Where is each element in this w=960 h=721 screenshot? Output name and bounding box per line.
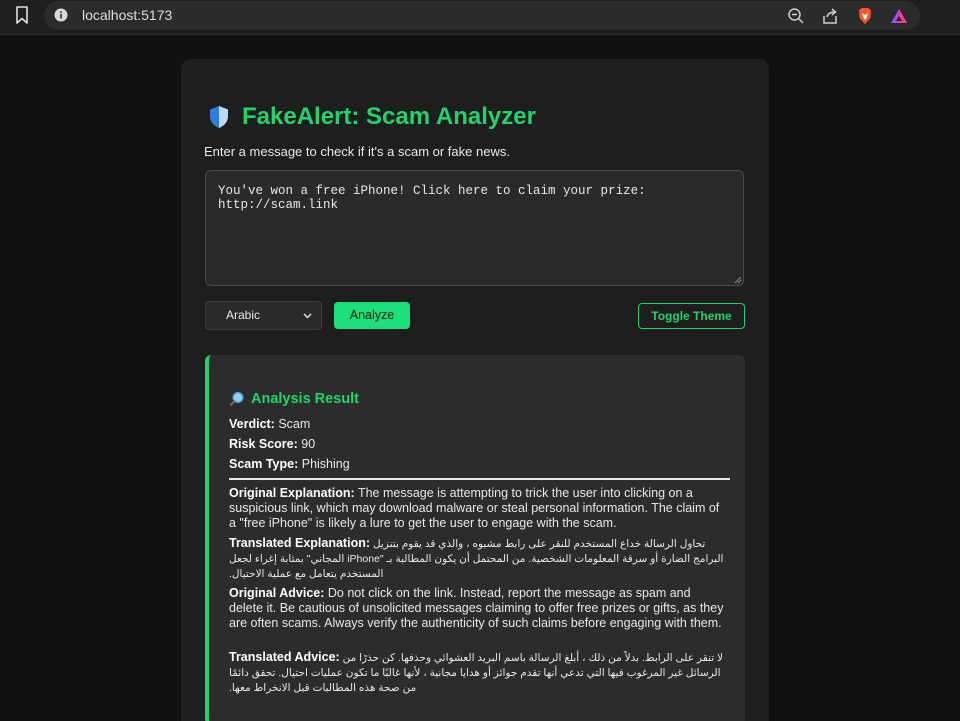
result-title: Analysis Result <box>251 391 359 407</box>
message-input[interactable]: You've won a free iPhone! Click here to … <box>205 170 744 286</box>
translated-explanation: Translated Explanation: تحاول الرسالة خد… <box>229 536 727 582</box>
analyze-button[interactable]: Analyze <box>334 302 410 329</box>
language-select[interactable]: Arabic <box>205 301 322 330</box>
verdict-row: Verdict: Scam <box>229 417 310 431</box>
magnifier-icon <box>229 391 244 407</box>
translated-explanation-label: Translated Explanation: <box>229 536 371 550</box>
scam-type-row: Scam Type: Phishing <box>229 457 350 471</box>
risk-score-row: Risk Score: 90 <box>229 437 315 451</box>
analyzer-card: FakeAlert: Scam Analyzer Enter a message… <box>181 59 769 721</box>
address-bar[interactable]: localhost:5173 <box>44 1 920 30</box>
chevron-down-icon <box>303 313 312 319</box>
bookmark-icon[interactable] <box>12 5 32 25</box>
divider <box>229 478 730 480</box>
toggle-theme-button[interactable]: Toggle Theme <box>638 303 745 329</box>
scam-type-label: Scam Type: <box>229 457 299 471</box>
risk-score-value: 90 <box>301 437 316 451</box>
resize-grip-icon[interactable] <box>734 276 742 284</box>
subtitle: Enter a message to check if it's a scam … <box>204 144 510 159</box>
risk-score-label: Risk Score: <box>229 437 298 451</box>
scam-type-value: Phishing <box>301 457 350 471</box>
original-advice-label: Original Advice: <box>229 586 325 600</box>
verdict-label: Verdict: <box>229 417 275 431</box>
url-text[interactable]: localhost:5173 <box>82 7 172 23</box>
share-icon[interactable] <box>821 7 839 25</box>
zoom-out-icon[interactable] <box>787 7 805 25</box>
result-header: Analysis Result <box>229 391 359 407</box>
verdict-value: Scam <box>278 417 311 431</box>
info-icon[interactable] <box>54 8 68 22</box>
title-row: FakeAlert: Scam Analyzer <box>208 103 536 131</box>
brave-rewards-icon[interactable] <box>890 7 908 25</box>
original-advice: Original Advice: Do not click on the lin… <box>229 586 727 631</box>
shield-icon <box>210 106 228 128</box>
brave-shield-icon[interactable] <box>856 7 874 25</box>
language-select-value: Arabic <box>226 308 261 322</box>
translated-advice-label: Translated Advice: <box>229 650 340 664</box>
analysis-result-panel: Analysis Result Verdict: Scam Risk Score… <box>205 355 745 721</box>
page-title: FakeAlert: Scam Analyzer <box>242 103 536 130</box>
browser-toolbar: localhost:5173 <box>0 0 960 35</box>
original-explanation-label: Original Explanation: <box>229 486 355 500</box>
original-explanation: Original Explanation: The message is att… <box>229 486 727 531</box>
translated-advice: Translated Advice: لا تنقر على الرابط. ب… <box>229 650 727 696</box>
